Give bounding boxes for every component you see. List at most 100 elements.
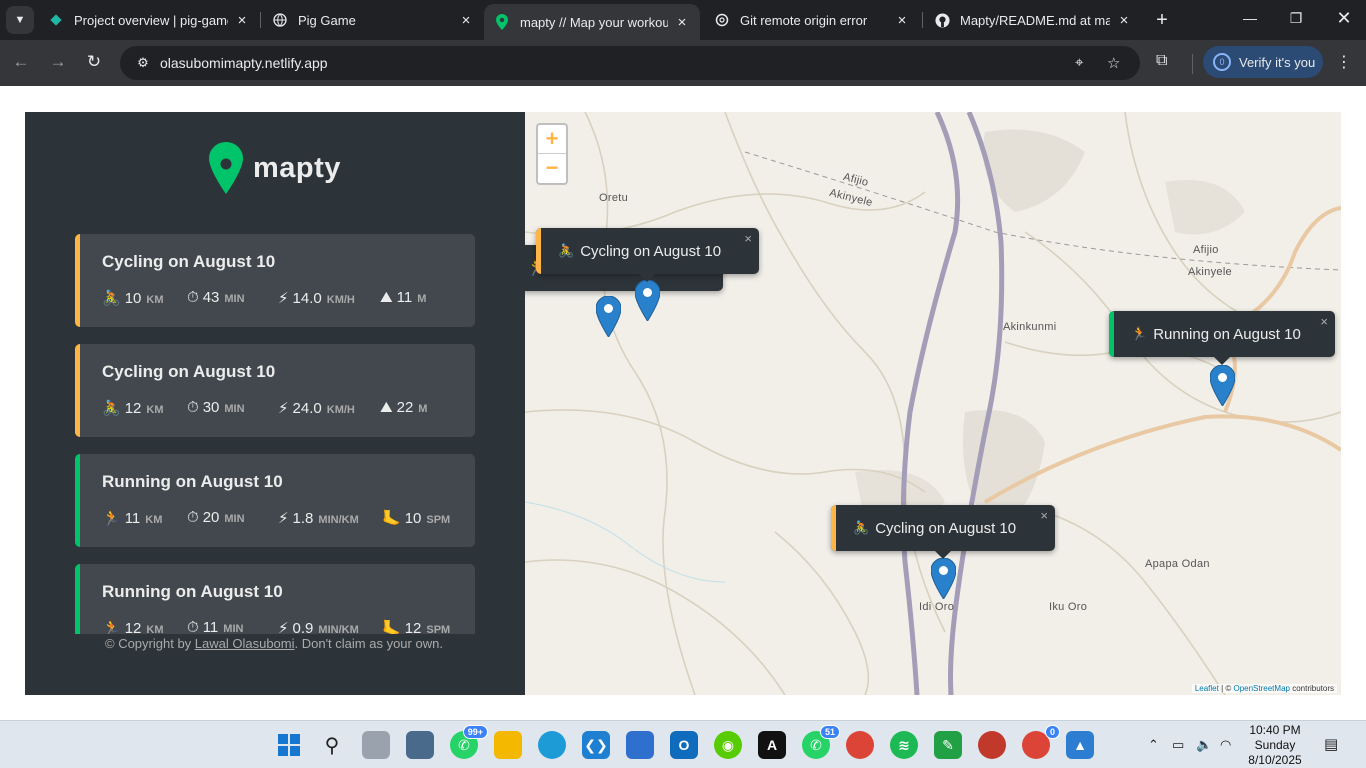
map[interactable]: Oretu Afijio Akinyele Afijio Akinyele Ak… [525,112,1341,695]
address-bar[interactable]: ⚙ olasubomimapty.netlify.app ⌖ ☆ [120,46,1140,80]
tab-git-remote[interactable]: Git remote origin error × [704,4,920,36]
map-marker-icon[interactable] [596,296,621,337]
cyclist-icon: 🚴 [102,400,121,417]
map-popup[interactable]: 🏃 Running on August 10 × [1109,311,1335,365]
workout-card[interactable]: Running on August 10 🏃 11 km ⏱ 20 min ⚡ 1.8 mi… [75,454,475,547]
zoom-out-button[interactable]: − [538,154,566,183]
minimize-icon[interactable]: — [1240,10,1260,26]
tab-separator [922,12,923,28]
browser-menu-icon[interactable]: ⋮ [1336,52,1352,72]
outlook-icon[interactable]: O [670,731,698,759]
clock[interactable]: 10:40 PM Sunday 8/10/2025 [1240,723,1310,768]
vscode-icon[interactable]: ❮❯ [582,731,610,759]
draw-icon[interactable]: ✎ [934,731,962,759]
widgets-icon[interactable] [406,731,434,759]
store-icon[interactable] [626,731,654,759]
notion-icon[interactable]: A [758,731,786,759]
chrome-icon[interactable] [846,731,874,759]
popup-tip [638,273,656,282]
forward-arrow-icon[interactable]: → [47,52,69,72]
restore-icon[interactable]: ❐ [1286,10,1306,27]
workout-card[interactable]: Cycling on August 10 🚴 10 km ⏱ 43 min ⚡ 14.0 k… [75,234,475,327]
battery-icon[interactable]: ▭ [1172,737,1184,753]
chrome-active-icon[interactable]: 0 [1022,725,1060,759]
whatsapp-icon[interactable]: ✆ 99+ [450,725,488,759]
logo: mapty [209,142,341,194]
wifi-icon[interactable]: ◠ [1220,737,1231,753]
place-label: Apapa Odan [1145,558,1210,570]
duration-value: 30 [202,399,220,416]
cadence-unit: spm [426,624,451,634]
cadence-value: 10 [404,510,422,527]
footprint-icon: 🦶 [382,510,401,527]
windows-start-icon[interactable] [275,731,303,759]
map-marker-icon[interactable] [931,558,956,599]
zoom-in-button[interactable]: + [538,125,566,154]
spotify-icon[interactable]: ≋ [890,731,918,759]
location-icon[interactable]: ⌖ [1075,54,1083,71]
map-popup[interactable]: 🚴 Cycling on August 10 × [536,228,759,282]
popup-close-icon[interactable]: × [1040,508,1048,523]
edge-icon[interactable] [538,731,566,759]
workout-speed: ⚡ 14.0 km/h [278,289,355,307]
distance-unit: km [145,514,163,526]
author-link[interactable]: Lawal Olasubomi [195,636,295,651]
back-arrow-icon[interactable]: ← [10,52,32,72]
close-tab-icon[interactable]: × [894,12,910,29]
cadence-unit: spm [426,514,451,526]
file-explorer-icon[interactable] [494,731,522,759]
osm-link[interactable]: OpenStreetMap [1233,684,1289,693]
close-window-icon[interactable]: ✕ [1334,8,1354,29]
tab-project-overview[interactable]: Project overview | pig-game × [38,4,260,36]
place-label: Akinkunmi [1003,321,1057,333]
chevron-up-icon[interactable]: ⌃ [1148,737,1159,753]
search-icon[interactable]: ⚲ [318,731,346,759]
workout-speed: ⚡ 24.0 km/h [278,399,355,417]
workout-card[interactable]: Running on August 10 🏃 12 km ⏱ 11 min ⚡ 0.9 mi… [75,564,475,634]
site-info-icon[interactable]: ⚙ [126,55,160,71]
workout-type-bar [75,564,80,634]
duration-unit: min [224,513,245,525]
close-tab-icon[interactable]: × [1116,12,1132,29]
logo-pin-icon [209,142,243,194]
close-tab-icon[interactable]: × [674,14,690,31]
close-tab-icon[interactable]: × [458,12,474,29]
distance-value: 12 [124,620,142,634]
tab-mapty-readme[interactable]: Mapty/README.md at main × [924,4,1142,36]
tab-pig-game[interactable]: Pig Game × [262,4,484,36]
tab-separator [260,12,261,28]
elevation-unit: m [417,293,427,305]
duolingo-icon[interactable]: ◉ [714,731,742,759]
workout-duration: ⏱ 11 min [187,619,243,634]
map-popup[interactable]: 🚴 Cycling on August 10 × [831,505,1055,559]
close-tab-icon[interactable]: × [234,12,250,29]
distance-value: 12 [124,400,142,417]
tab-label: Git remote origin error [740,12,868,28]
leaflet-link[interactable]: Leaflet [1195,684,1219,693]
bookmark-star-icon[interactable]: ☆ [1107,54,1120,72]
tab-mapty[interactable]: mapty // Map your workouts × [484,4,700,40]
distance-unit: km [146,294,164,306]
chrome-profile-icon[interactable] [978,731,1006,759]
popup-close-icon[interactable]: × [1320,314,1328,329]
tab-search-chevron-icon[interactable]: ▼ [6,6,34,34]
map-marker-icon[interactable] [635,280,660,321]
photos-icon[interactable]: ▲ [1066,731,1094,759]
new-tab-icon[interactable]: + [1152,9,1172,32]
popup-close-icon[interactable]: × [744,231,752,246]
pace-unit: min/km [318,514,359,526]
workout-card[interactable]: Cycling on August 10 🚴 12 km ⏱ 30 min ⚡ 24.0 k… [75,344,475,437]
map-marker-icon[interactable] [1210,365,1235,406]
task-view-icon[interactable] [362,731,390,759]
reload-icon[interactable]: ↻ [83,52,105,72]
volume-icon[interactable]: 🔈 [1196,737,1212,753]
whatsapp-business-icon[interactable]: ✆ 51 [802,725,840,759]
url-text[interactable]: olasubomimapty.netlify.app [160,55,328,71]
extensions-icon[interactable]: ⧉ [1156,52,1167,70]
workout-distance: 🚴 10 km [102,289,163,307]
verify-button[interactable]: 0 Verify it's you [1203,46,1323,78]
notification-center-icon[interactable]: ▤ [1324,735,1338,753]
duration-unit: min [224,293,245,305]
workout-title: Cycling on August 10 [102,362,276,381]
distance-unit: km [146,404,164,416]
